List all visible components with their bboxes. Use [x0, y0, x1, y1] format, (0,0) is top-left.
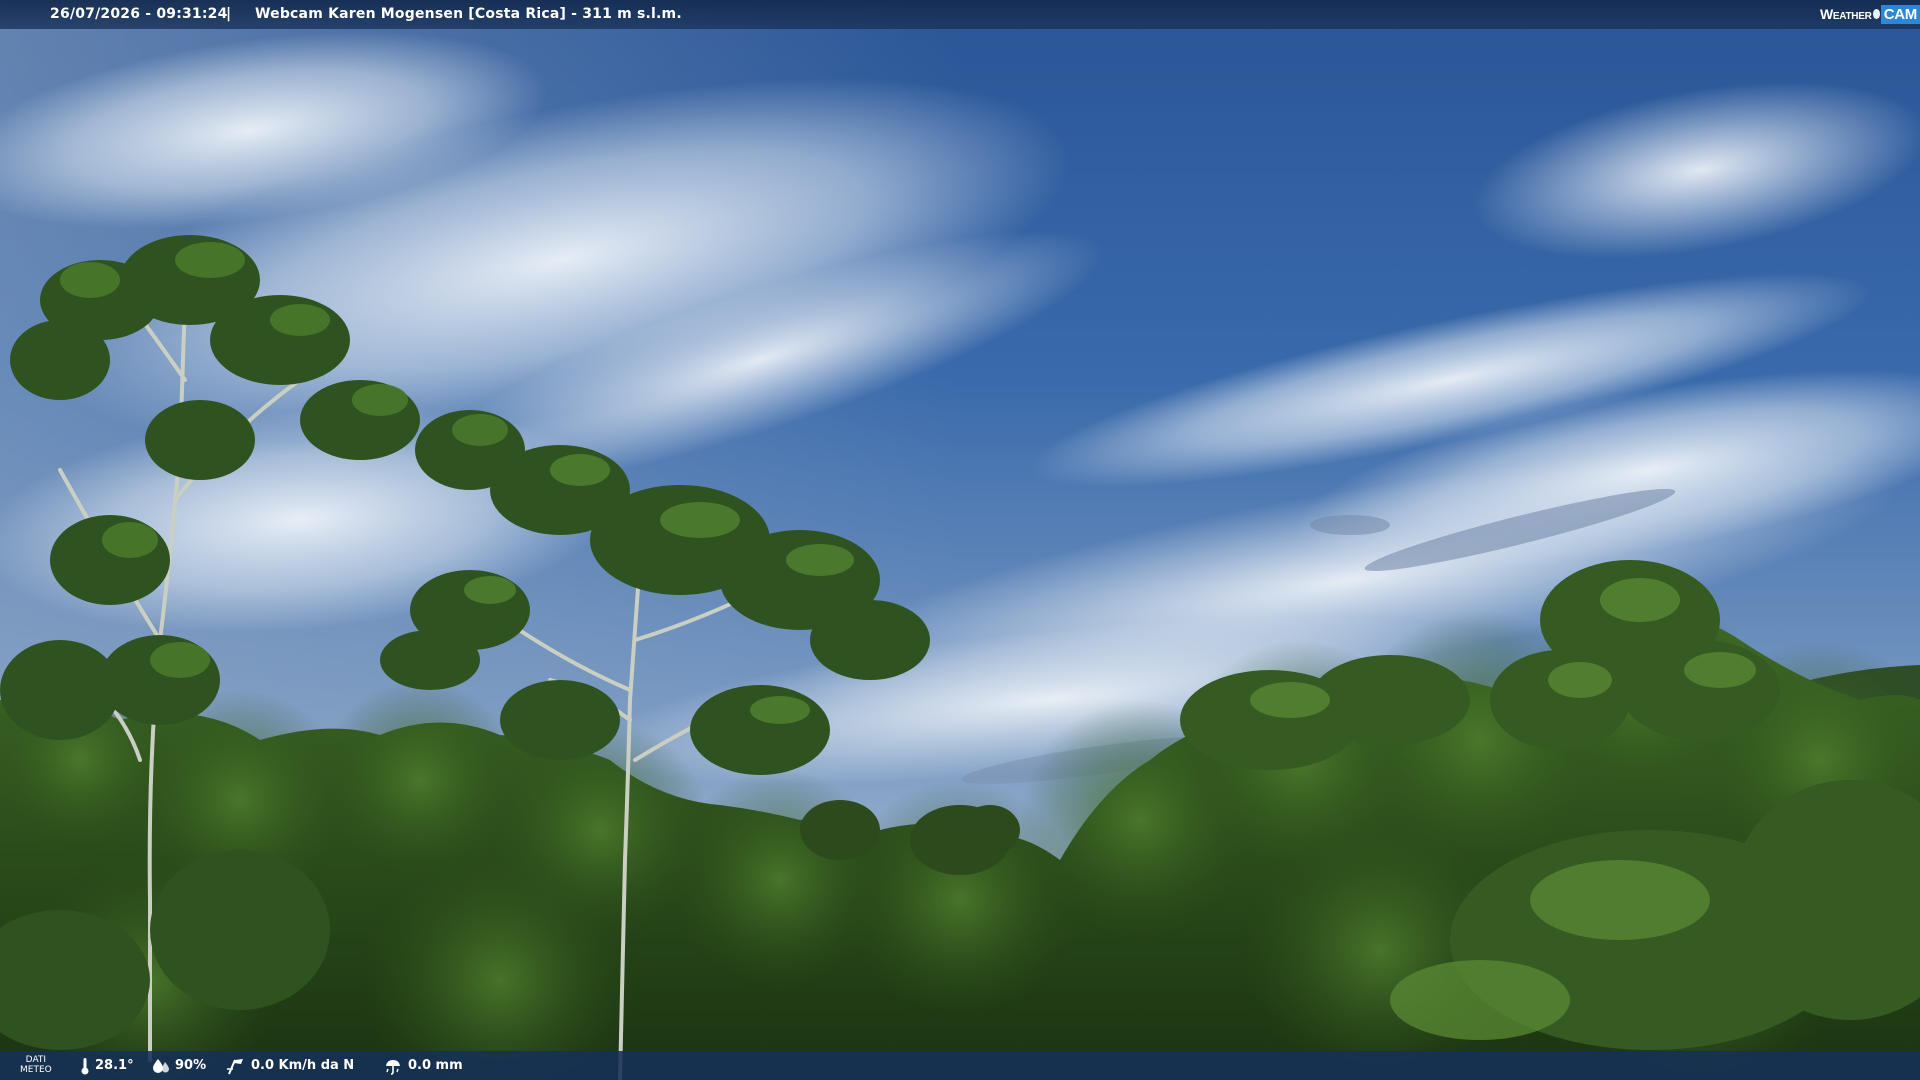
title-separator: | — [226, 6, 232, 22]
wind-icon — [227, 1058, 243, 1074]
wind-reading: 0.0 Km/h da N — [226, 1051, 354, 1080]
weather-data-bar: DATI METEO 28.1° 90% 0.0 Km/h da N 0.0 m… — [0, 1051, 1920, 1080]
humidity-value: 90% — [175, 1058, 207, 1073]
webcam-image — [0, 0, 1920, 1080]
rain-gauge-icon — [386, 1059, 400, 1075]
weather-data-label-line2: METEO — [20, 1065, 52, 1075]
logo-weather-text: Weather — [1820, 6, 1872, 22]
top-info-bar: 26/07/2026 - 09:31:24 | Webcam Karen Mog… — [0, 0, 1920, 29]
logo-dot-icon — [1872, 9, 1880, 19]
weather-data-label-line1: DATI — [25, 1055, 47, 1065]
weathercam-logo[interactable]: Weather CAM — [1816, 0, 1920, 28]
logo-cam-text: CAM — [1880, 4, 1920, 24]
timestamp: 26/07/2026 - 09:31:24 — [50, 6, 228, 22]
weather-data-label: DATI METEO — [20, 1055, 52, 1075]
webcam-viewer: 26/07/2026 - 09:31:24 | Webcam Karen Mog… — [0, 0, 1920, 1080]
humidity-reading: 90% — [152, 1051, 206, 1080]
wind-value: 0.0 Km/h da N — [251, 1058, 355, 1073]
humidity-drop-icon — [153, 1058, 169, 1073]
rain-reading: 0.0 mm — [383, 1051, 463, 1080]
rain-value: 0.0 mm — [408, 1058, 463, 1073]
temperature-value: 28.1° — [95, 1058, 134, 1073]
thermometer-icon — [81, 1057, 89, 1074]
temperature-reading: 28.1° — [80, 1051, 134, 1080]
webcam-title: Webcam Karen Mogensen [Costa Rica] - 311… — [255, 6, 682, 22]
